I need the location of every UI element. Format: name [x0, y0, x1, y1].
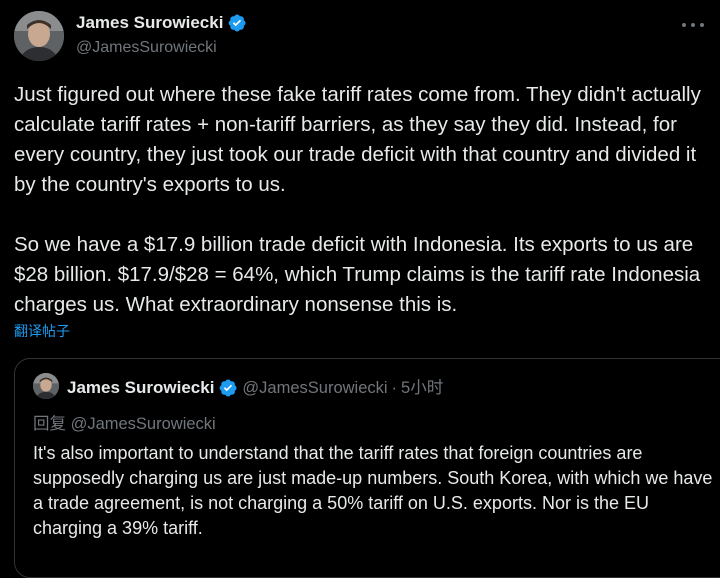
quoted-timestamp[interactable]: 5小时 [401, 377, 443, 399]
author-block: James Surowiecki @JamesSurowiecki [76, 12, 247, 59]
avatar[interactable] [14, 11, 64, 61]
tweet-text: Just figured out where these fake tariff… [14, 80, 704, 320]
quoted-author-row: James Surowiecki @JamesSurowiecki · 5小时 [67, 377, 443, 399]
avatar-image [14, 11, 64, 61]
tweet-header: James Surowiecki @JamesSurowiecki [14, 10, 706, 66]
author-handle[interactable]: @JamesSurowiecki [76, 37, 247, 59]
quoted-display-name[interactable]: James Surowiecki [67, 377, 214, 399]
more-options-icon[interactable] [680, 16, 706, 32]
verified-badge-icon[interactable] [227, 13, 247, 33]
quoted-handle[interactable]: @JamesSurowiecki [242, 377, 387, 399]
translate-post-link[interactable]: 翻译帖子 [14, 321, 70, 341]
tweet-paragraph: Just figured out where these fake tariff… [14, 83, 701, 196]
quoted-tweet-header: James Surowiecki @JamesSurowiecki · 5小时 [15, 359, 720, 409]
quoted-tweet-text: It's also important to understand that t… [33, 443, 713, 538]
tweet-paragraph: So we have a $17.9 billion trade deficit… [14, 233, 701, 316]
author-display-name[interactable]: James Surowiecki [76, 12, 223, 34]
separator-dot: · [391, 379, 398, 397]
reply-to-label[interactable]: 回复 @JamesSurowiecki [33, 413, 216, 435]
author-name-row[interactable]: James Surowiecki [76, 12, 247, 34]
quoted-avatar-image [33, 373, 59, 399]
quoted-avatar[interactable] [33, 373, 59, 399]
quoted-tweet-card[interactable]: James Surowiecki @JamesSurowiecki · 5小时 … [14, 358, 720, 578]
verified-badge-icon[interactable] [218, 378, 238, 398]
